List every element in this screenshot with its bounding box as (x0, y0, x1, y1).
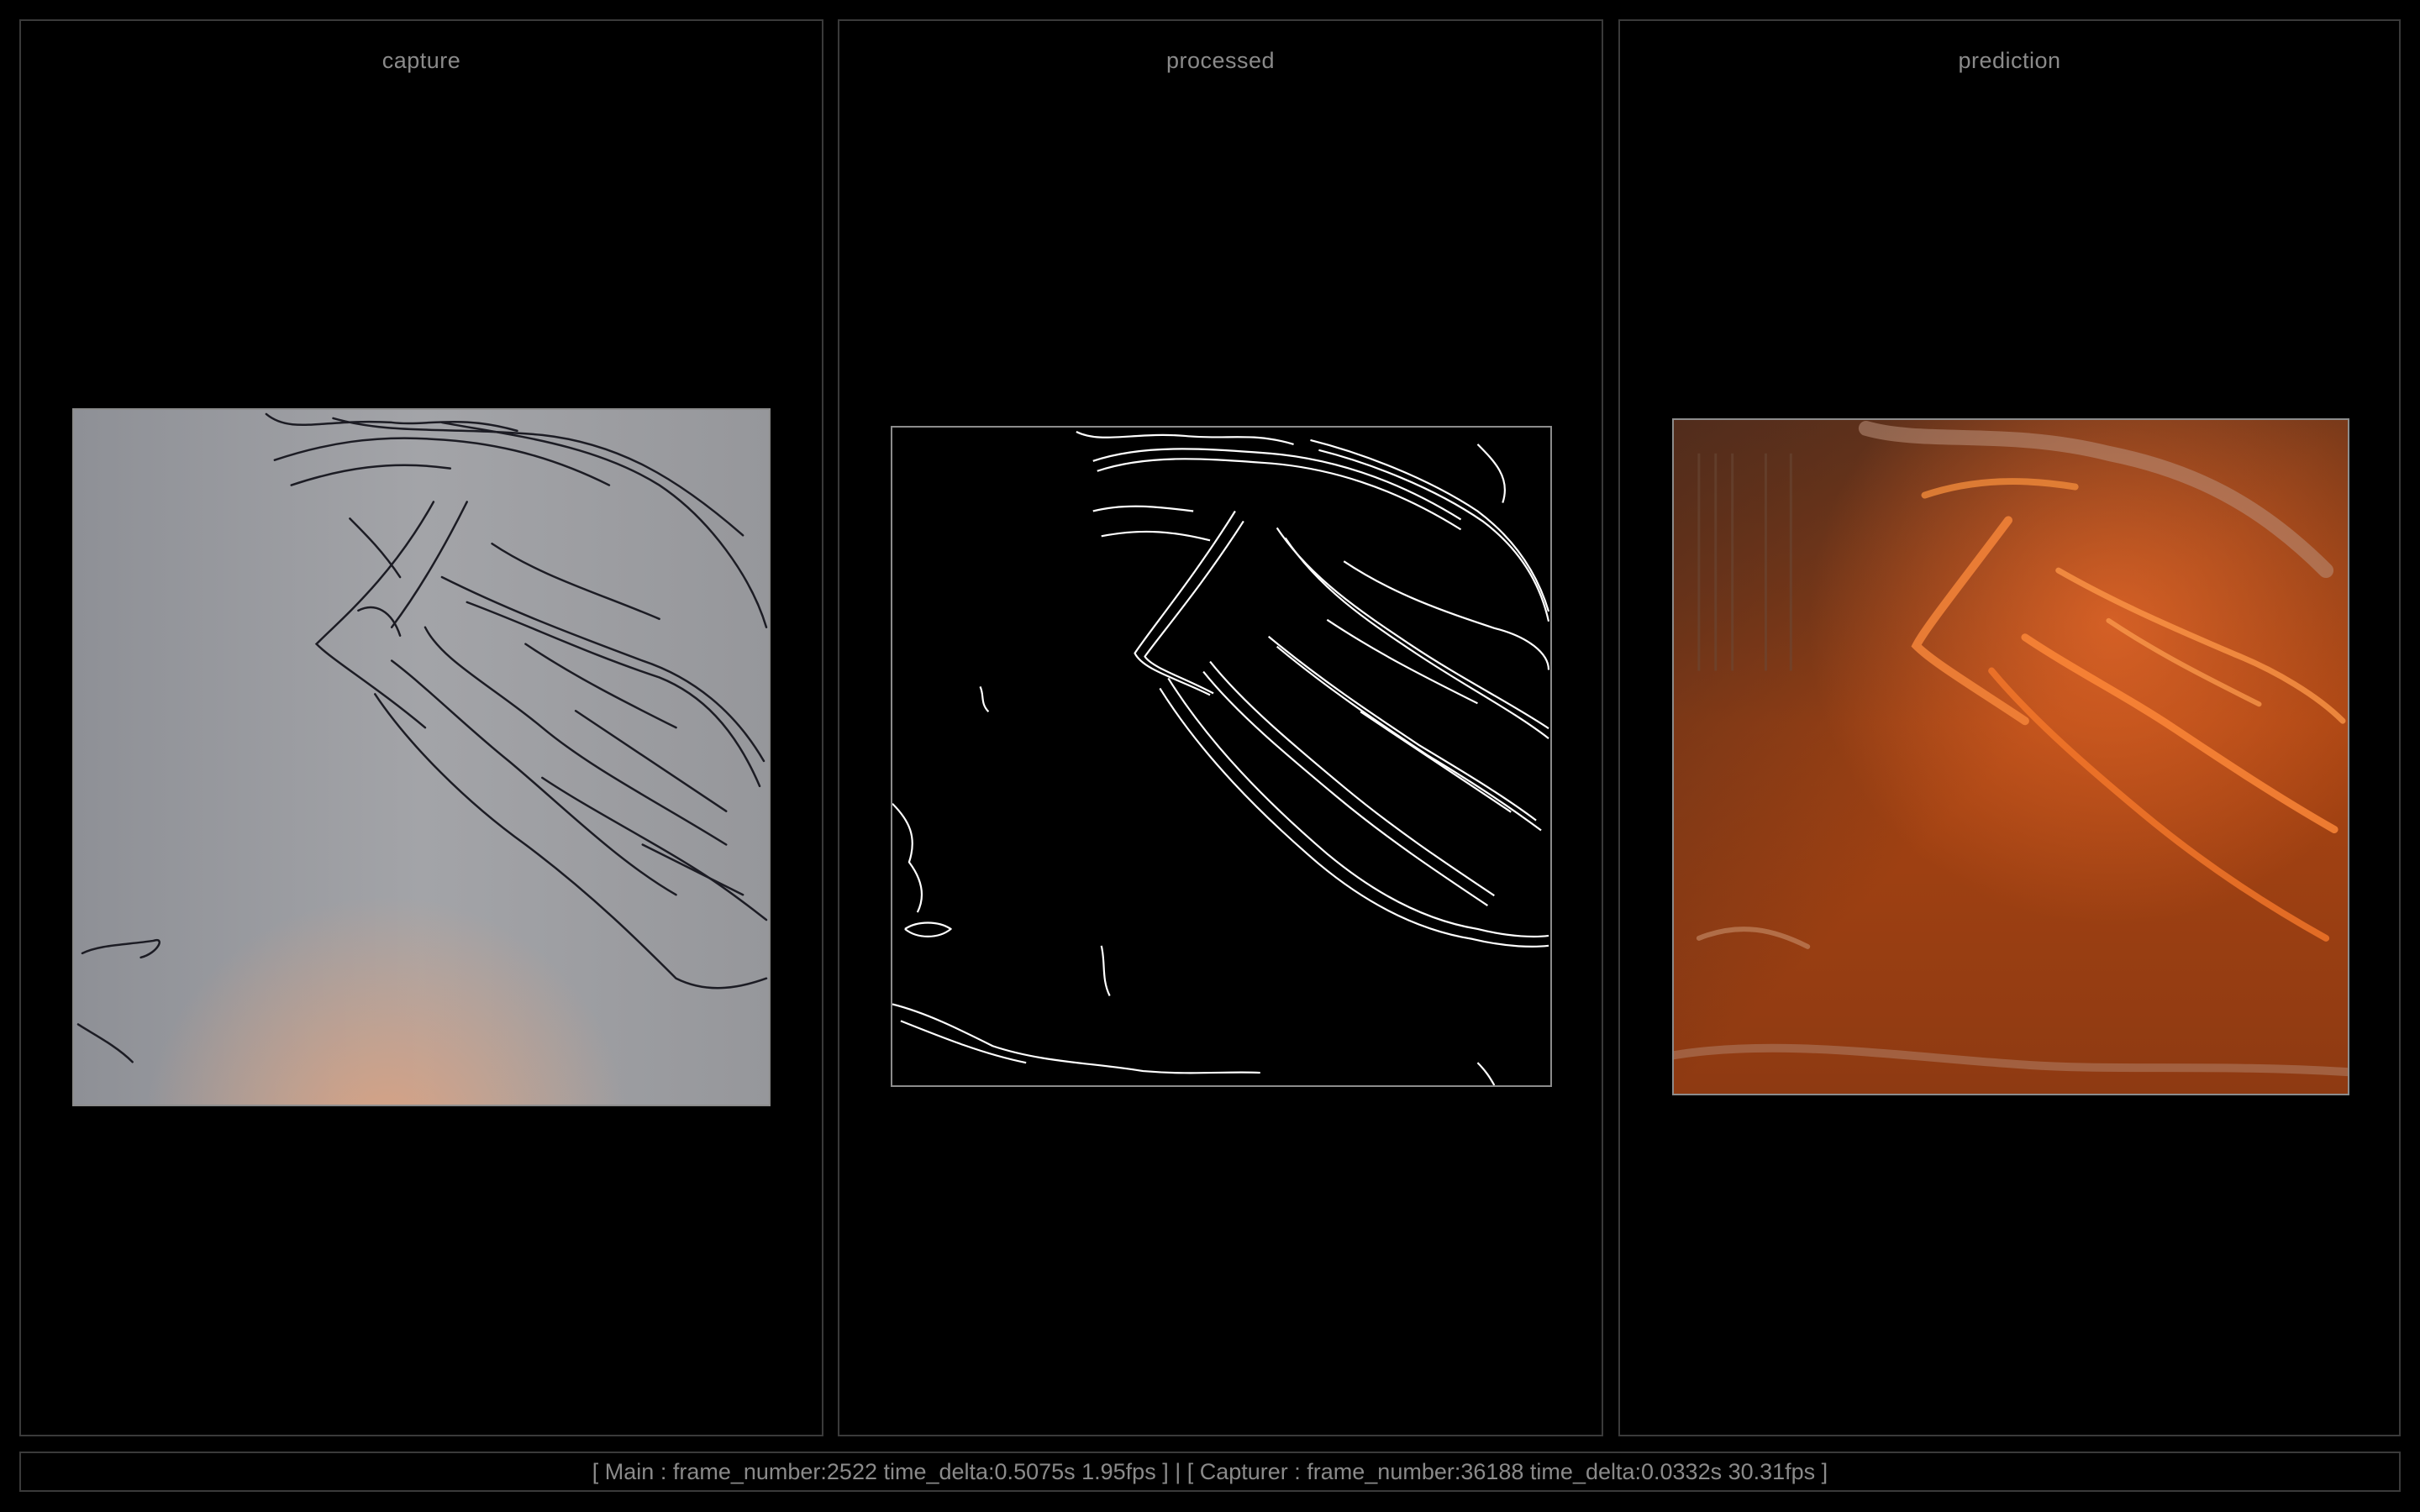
prediction-title: prediction (1958, 48, 2061, 73)
capture-title: capture (381, 48, 461, 73)
processed-panel: processed (838, 19, 1603, 1436)
processed-title: processed (1165, 48, 1276, 73)
processed-image (891, 426, 1552, 1087)
prediction-image (1672, 418, 2349, 1095)
capture-panel: capture (19, 19, 823, 1436)
status-bar: [ Main : frame_number:2522 time_delta:0.… (19, 1452, 2401, 1492)
prediction-panel: prediction (1618, 19, 2401, 1436)
capture-image (72, 408, 771, 1106)
